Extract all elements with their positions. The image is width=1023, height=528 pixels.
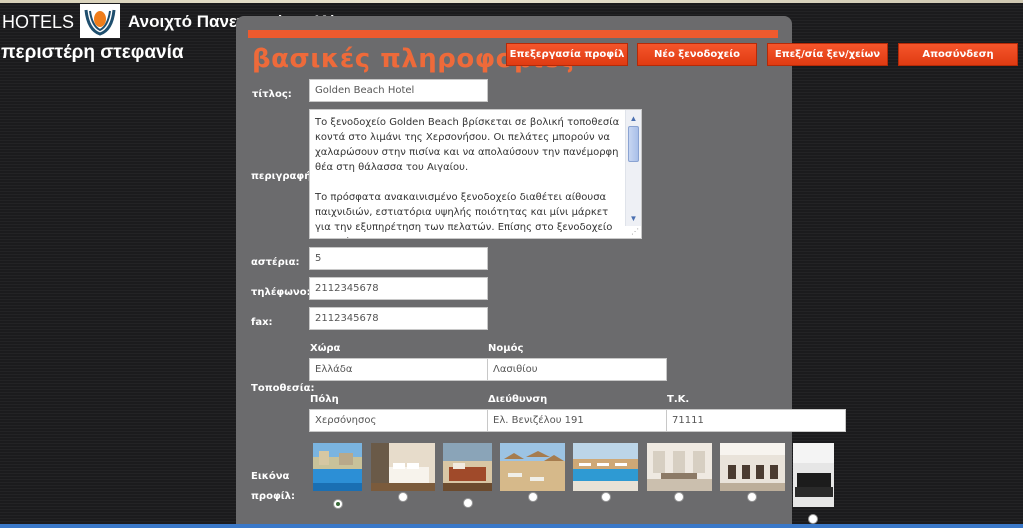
city-label: Πόλη bbox=[310, 394, 339, 405]
address-label: Διεύθυνση bbox=[488, 394, 548, 405]
location-label: Τοποθεσία: bbox=[251, 383, 315, 394]
country-label: Χώρα bbox=[310, 343, 341, 354]
resize-grip-icon[interactable]: ⋰ bbox=[631, 227, 639, 236]
edit-hotels-button[interactable]: Επεξ/σία ξεν/χείων bbox=[767, 43, 888, 66]
profile-image-radio-7[interactable] bbox=[747, 492, 757, 502]
phone-label: τηλέφωνο: bbox=[251, 287, 311, 298]
logout-button[interactable]: Αποσύνδεση bbox=[898, 43, 1018, 66]
scroll-down-icon[interactable]: ▼ bbox=[627, 212, 640, 224]
image-label-line-2: προφίλ: bbox=[251, 491, 295, 502]
description-paragraph-2: Το πρόσφατα ανακαινισμένο ξενοδοχείο δια… bbox=[315, 192, 613, 238]
fax-label: fax: bbox=[251, 317, 273, 328]
description-scrollbar[interactable]: ▲ ▼ bbox=[625, 110, 641, 226]
city-input[interactable]: Χερσόνησος bbox=[309, 409, 488, 432]
title-label: τίτλος: bbox=[252, 89, 292, 100]
logo-icon bbox=[84, 9, 116, 36]
profile-image-bedroom-1[interactable] bbox=[371, 443, 435, 491]
university-logo bbox=[80, 4, 121, 38]
scroll-thumb[interactable] bbox=[628, 126, 639, 162]
user-name: περιστέρη στεφανία bbox=[1, 42, 184, 63]
browser-strip bbox=[0, 0, 1023, 3]
title-input[interactable]: Golden Beach Hotel bbox=[309, 79, 488, 102]
taskbar-strip bbox=[0, 524, 1023, 528]
profile-image-pool-loungers[interactable] bbox=[573, 443, 638, 491]
fax-input[interactable]: 2112345678 bbox=[309, 307, 488, 330]
profile-image-pool-view[interactable] bbox=[313, 443, 362, 491]
new-hotel-button[interactable]: Νέο ξενοδοχείο bbox=[637, 43, 757, 66]
phone-input[interactable]: 2112345678 bbox=[309, 277, 488, 300]
profile-image-bedroom-2[interactable] bbox=[443, 443, 492, 491]
profile-image-radio-8[interactable] bbox=[808, 514, 818, 524]
postal-code-input[interactable]: 71111 bbox=[666, 409, 846, 432]
stars-input[interactable]: 5 bbox=[309, 247, 488, 270]
description-textarea[interactable]: Το ξενοδοχείο Golden Beach βρίσκεται σε … bbox=[309, 109, 642, 239]
profile-image-radio-3[interactable] bbox=[463, 498, 473, 508]
prefecture-label: Νομός bbox=[488, 343, 524, 354]
description-paragraph-1: Το ξενοδοχείο Golden Beach βρίσκεται σε … bbox=[315, 117, 620, 173]
panel-accent-bar bbox=[248, 30, 778, 38]
stars-label: αστέρια: bbox=[251, 257, 300, 268]
profile-image-lobby-2[interactable] bbox=[720, 443, 785, 491]
profile-image-lobby-1[interactable] bbox=[647, 443, 712, 491]
edit-profile-button[interactable]: Επεξεργασία προφίλ bbox=[506, 43, 628, 66]
profile-image-radio-2[interactable] bbox=[398, 492, 408, 502]
address-input[interactable]: Ελ. Βενιζέλου 191 bbox=[487, 409, 667, 432]
description-label: περιγραφή: bbox=[251, 171, 316, 182]
postal-code-label: Τ.Κ. bbox=[667, 394, 690, 405]
scroll-up-icon[interactable]: ▲ bbox=[627, 112, 640, 124]
prefecture-input[interactable]: Λασιθίου bbox=[487, 358, 667, 381]
country-input[interactable]: Ελλάδα bbox=[309, 358, 488, 381]
site-name: HOTELS bbox=[2, 11, 75, 32]
image-label: Εικόνα bbox=[251, 471, 290, 482]
profile-image-radio-4[interactable] bbox=[528, 492, 538, 502]
profile-image-radio-6[interactable] bbox=[674, 492, 684, 502]
profile-image-lounge-sofa[interactable] bbox=[793, 443, 834, 507]
profile-image-radio-5[interactable] bbox=[601, 492, 611, 502]
description-text: Το ξενοδοχείο Golden Beach βρίσκεται σε … bbox=[315, 115, 623, 238]
profile-image-beach-umbrellas[interactable] bbox=[500, 443, 565, 491]
profile-image-radio-1[interactable] bbox=[333, 499, 343, 509]
